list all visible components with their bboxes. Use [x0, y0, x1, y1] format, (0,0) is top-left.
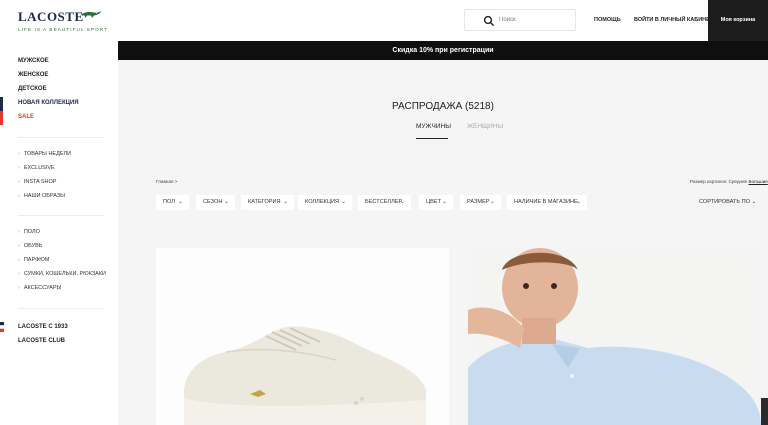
tab-men[interactable]: МУЖЧИНЫ — [416, 123, 451, 130]
site-header: LACOSTE LIFE IS A BEAUTIFUL SPORT Помощь… — [0, 0, 768, 41]
sidebar: Мужское Женское Детское Новая коллекция … — [0, 41, 118, 425]
filter-size[interactable]: Размер ⌄ — [460, 195, 501, 210]
sidebar-item-label: EXCLUSIVE — [23, 165, 55, 171]
crocodile-logo-icon — [81, 11, 102, 18]
new-collection-marker — [0, 97, 3, 111]
brand-logo[interactable]: LACOSTE LIFE IS A BEAUTIFUL SPORT — [18, 9, 108, 32]
sidebar-item-label: ОБУВЬ — [23, 243, 43, 249]
cart-button[interactable]: Моя корзина — [708, 0, 768, 41]
sidebar-item-club[interactable]: LACOSTE CLUB — [18, 338, 65, 344]
help-link[interactable]: Помощь — [594, 17, 621, 23]
sidebar-item-label: INSTA SHOP — [23, 179, 57, 185]
filter-collection[interactable]: Коллекция ⌄ — [298, 195, 352, 210]
sidebar-item-label: ПОЛО — [23, 229, 40, 235]
filter-label: Наличие в магазине — [514, 199, 578, 205]
filter-in-store[interactable]: Наличие в магазине ⌄ — [507, 195, 587, 210]
chevron-right-icon: › — [18, 179, 20, 185]
filter-bestseller[interactable]: Бестселлер ⌄ — [358, 195, 411, 210]
main-content: РАСПРОДАЖА (5218) МУЖЧИНЫ ЖЕНЩИНЫ Главна… — [118, 60, 768, 425]
filter-category[interactable]: Категория ⌄ — [241, 195, 294, 210]
sidebar-item-polo[interactable]: › ПОЛО — [18, 229, 40, 235]
chevron-right-icon: › — [18, 285, 20, 291]
brand-tagline: LIFE IS A BEAUTIFUL SPORT — [18, 27, 109, 32]
sidebar-item-looks[interactable]: › НАШИ ОБРАЗЫ — [18, 193, 65, 199]
sidebar-item-since-1933[interactable]: LACOSTE С 1933 — [18, 324, 68, 330]
chevron-right-icon: › — [18, 165, 20, 171]
sidebar-item-week-products[interactable]: › ТОВАРЫ НЕДЕЛИ — [18, 151, 71, 157]
flag-icon — [0, 322, 4, 332]
sidebar-item-kids[interactable]: Детское — [18, 86, 47, 92]
sort-label: Сортировать по — [699, 199, 750, 205]
sidebar-item-label: АКСЕССУАРЫ — [23, 285, 62, 291]
filter-label: Пол — [163, 199, 175, 205]
product-image-polo — [468, 248, 761, 425]
sidebar-item-label: ТОВАРЫ НЕДЕЛИ — [23, 151, 72, 157]
page-title: РАСПРОДАЖА (5218) — [392, 101, 494, 112]
image-size-selector: Размер картинок: Средние Большие — [690, 179, 768, 184]
chevron-right-icon: › — [18, 271, 20, 277]
search-box[interactable] — [464, 9, 576, 31]
sidebar-item-new-collection[interactable]: Новая коллекция — [18, 100, 79, 106]
chevron-down-icon: ⌄ — [340, 199, 346, 205]
chevron-down-icon: ⌄ — [489, 199, 495, 205]
filter-label: Коллекция — [305, 199, 340, 205]
chevron-down-icon: ⌄ — [441, 199, 447, 205]
filter-label: Сезон — [203, 199, 223, 205]
account-link[interactable]: Войти в личный кабинет — [634, 17, 713, 23]
filter-gender[interactable]: Пол ⌄ — [156, 195, 189, 210]
sidebar-item-women[interactable]: Женское — [18, 72, 48, 78]
active-tab-indicator — [416, 138, 448, 139]
sale-marker — [0, 111, 3, 125]
chevron-down-icon: ⌄ — [751, 199, 757, 205]
product-card[interactable] — [468, 248, 761, 425]
chat-widget-edge[interactable] — [761, 398, 768, 425]
sort-dropdown[interactable]: Сортировать по ⌄ — [699, 195, 756, 210]
promo-banner[interactable]: Скидка 10% при регистрации — [118, 41, 768, 60]
product-card[interactable] — [156, 248, 449, 425]
sidebar-item-label: ПАРФЮМ — [23, 257, 50, 263]
sidebar-item-perfume[interactable]: › ПАРФЮМ — [18, 257, 49, 263]
image-size-large-link[interactable]: Большие — [748, 179, 767, 184]
sidebar-item-bags[interactable]: › СУМКИ, КОШЕЛЬКИ, РЮКЗАКИ — [18, 271, 106, 277]
search-icon[interactable] — [483, 15, 495, 27]
filter-label: Цвет — [426, 199, 442, 205]
tab-women[interactable]: ЖЕНЩИНЫ — [467, 123, 503, 130]
chevron-right-icon: › — [18, 243, 20, 249]
filter-label: Категория — [248, 199, 281, 205]
chevron-down-icon: ⌄ — [282, 199, 288, 205]
chevron-right-icon: › — [18, 257, 20, 263]
filter-color[interactable]: Цвет ⌄ — [419, 195, 453, 210]
chevron-down-icon: ⌄ — [223, 199, 229, 205]
sidebar-divider — [18, 308, 104, 309]
filter-season[interactable]: Сезон ⌄ — [196, 195, 235, 210]
filter-label: Бестселлер — [365, 199, 403, 205]
sidebar-item-men[interactable]: Мужское — [18, 58, 49, 64]
sidebar-item-label: НАШИ ОБРАЗЫ — [23, 193, 65, 199]
sidebar-divider — [18, 215, 104, 216]
chevron-right-icon: › — [18, 229, 20, 235]
chevron-down-icon: ⌄ — [575, 199, 581, 205]
sidebar-item-sale[interactable]: SALE — [18, 114, 34, 120]
filter-label: Размер — [467, 199, 490, 205]
image-size-label: Размер картинок: Средние — [690, 179, 748, 184]
chevron-right-icon: › — [18, 151, 20, 157]
chevron-down-icon: ⌄ — [399, 199, 405, 205]
chevron-down-icon: ⌄ — [177, 199, 183, 205]
chevron-right-icon: › — [18, 193, 20, 199]
sidebar-item-label: СУМКИ, КОШЕЛЬКИ, РЮКЗАКИ — [23, 271, 106, 277]
product-image-sneaker — [156, 248, 449, 425]
sidebar-item-exclusive[interactable]: › EXCLUSIVE — [18, 165, 55, 171]
sidebar-divider — [18, 137, 104, 138]
sidebar-item-accessories[interactable]: › АКСЕССУАРЫ — [18, 285, 61, 291]
search-input[interactable] — [499, 12, 571, 28]
sidebar-item-shoes[interactable]: › ОБУВЬ — [18, 243, 42, 249]
sidebar-item-insta-shop[interactable]: › INSTA SHOP — [18, 179, 56, 185]
breadcrumb[interactable]: Главная > — [156, 179, 177, 184]
